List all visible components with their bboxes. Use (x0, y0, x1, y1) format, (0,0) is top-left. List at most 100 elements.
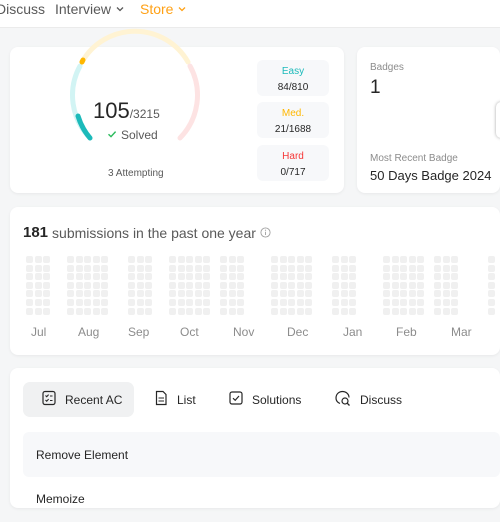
heatmap-cell (34, 307, 42, 315)
month-label: Feb (396, 325, 417, 339)
heatmap-cell (442, 299, 450, 306)
month-label: Mar (451, 325, 472, 339)
badges-count: 1 (370, 77, 381, 98)
heatmap-cell (296, 281, 304, 289)
heatmap-cell (43, 290, 51, 298)
nav-discuss[interactable]: Discuss (0, 0, 45, 18)
heatmap-cell (442, 307, 450, 315)
heatmap-cell (332, 299, 339, 306)
heatmap-cell (271, 273, 278, 281)
heatmap-cell (101, 307, 109, 315)
heatmap-cell (194, 281, 202, 289)
heatmap-cell (101, 273, 109, 281)
heatmap-cell (442, 264, 450, 272)
heatmap-cell (186, 299, 194, 306)
heatmap-cell (383, 290, 390, 298)
list-item[interactable]: Remove Element (23, 432, 500, 477)
heatmap-cell (228, 273, 236, 281)
heatmap-cell (220, 281, 227, 289)
heatmap-cell (92, 299, 100, 306)
heatmap-cell (434, 256, 441, 263)
heatmap-cell (305, 307, 313, 315)
heatmap-cell (84, 290, 92, 298)
heatmap-cell (220, 264, 227, 272)
heatmap-cell (26, 256, 33, 263)
submissions-title: 181 submissions in the past one year (23, 224, 271, 241)
heatmap-cell (136, 307, 144, 315)
heatmap-cell (349, 307, 357, 315)
heatmap-cell (84, 256, 92, 263)
heatmap-cell (34, 281, 42, 289)
heatmap-cell (237, 256, 245, 263)
heatmap-cell (305, 299, 313, 306)
tab-list-label: List (177, 392, 196, 407)
heatmap-cell (228, 256, 236, 263)
heatmap-cell (383, 264, 390, 272)
heatmap-cell (296, 290, 304, 298)
heatmap-cell (101, 299, 109, 306)
heatmap-cell (92, 307, 100, 315)
heatmap-cell (92, 273, 100, 281)
heatmap-cell (279, 290, 287, 298)
heatmap-cell (220, 307, 227, 315)
heatmap-cell (128, 299, 135, 306)
heatmap-cell (34, 264, 42, 272)
heatmap-cell (67, 307, 74, 315)
heatmap-cell (67, 256, 74, 263)
heatmap-cell (488, 299, 495, 306)
heatmap-cell (75, 307, 83, 315)
tab-discuss[interactable]: Discuss (334, 382, 402, 417)
month-label: Jul (31, 325, 47, 339)
heatmap-cell (400, 256, 408, 263)
heatmap-cell (237, 281, 245, 289)
heatmap-cell (288, 307, 296, 315)
heatmap-cell (101, 290, 109, 298)
heatmap-cell (228, 299, 236, 306)
tab-list[interactable]: List (153, 382, 196, 417)
heatmap-cell (451, 299, 459, 306)
heatmap-cell (84, 273, 92, 281)
nav-interview-label: Interview (55, 1, 112, 17)
heatmap-cell (451, 273, 459, 281)
heatmap-cell (194, 264, 202, 272)
heatmap-cell (442, 273, 450, 281)
heatmap-cell (194, 290, 202, 298)
heatmap-cell (349, 290, 357, 298)
heatmap-cell (186, 273, 194, 281)
heatmap-cell (194, 299, 202, 306)
heatmap-cell (288, 281, 296, 289)
heatmap-cell (340, 256, 348, 263)
heatmap-cell (26, 290, 33, 298)
heatmap-cell (296, 256, 304, 263)
tab-solutions[interactable]: Solutions (228, 382, 301, 417)
heatmap-cell (271, 290, 278, 298)
nav-store-label: Store (140, 1, 174, 17)
month-label: Aug (78, 325, 100, 339)
heatmap-cell (451, 281, 459, 289)
heatmap-cell (136, 299, 144, 306)
heatmap-cell (391, 307, 399, 315)
heatmap-cell (145, 299, 153, 306)
badges-scroll-button[interactable] (496, 102, 500, 138)
recent-badge-name[interactable]: 50 Days Badge 2024 (370, 168, 491, 183)
heatmap-cell (305, 290, 313, 298)
heatmap-cell (194, 307, 202, 315)
heatmap-cell (75, 264, 83, 272)
heatmap-cell (145, 307, 153, 315)
heatmap-cell (169, 299, 176, 306)
heatmap-cell (43, 281, 51, 289)
info-icon[interactable] (260, 225, 271, 241)
heatmap-cell (434, 307, 441, 315)
heatmap-cell (408, 281, 416, 289)
tab-recent-ac[interactable]: Recent AC (23, 382, 134, 417)
heatmap-cell (288, 299, 296, 306)
easy-value: 84/810 (277, 82, 309, 93)
heatmap-cell (75, 290, 83, 298)
heatmap-cell (340, 307, 348, 315)
month-label: Jan (343, 325, 363, 339)
heatmap-cell (417, 281, 425, 289)
heatmap-cell (442, 290, 450, 298)
heatmap-cell (136, 290, 144, 298)
heatmap-cell (279, 273, 287, 281)
month-label: Dec (287, 325, 309, 339)
